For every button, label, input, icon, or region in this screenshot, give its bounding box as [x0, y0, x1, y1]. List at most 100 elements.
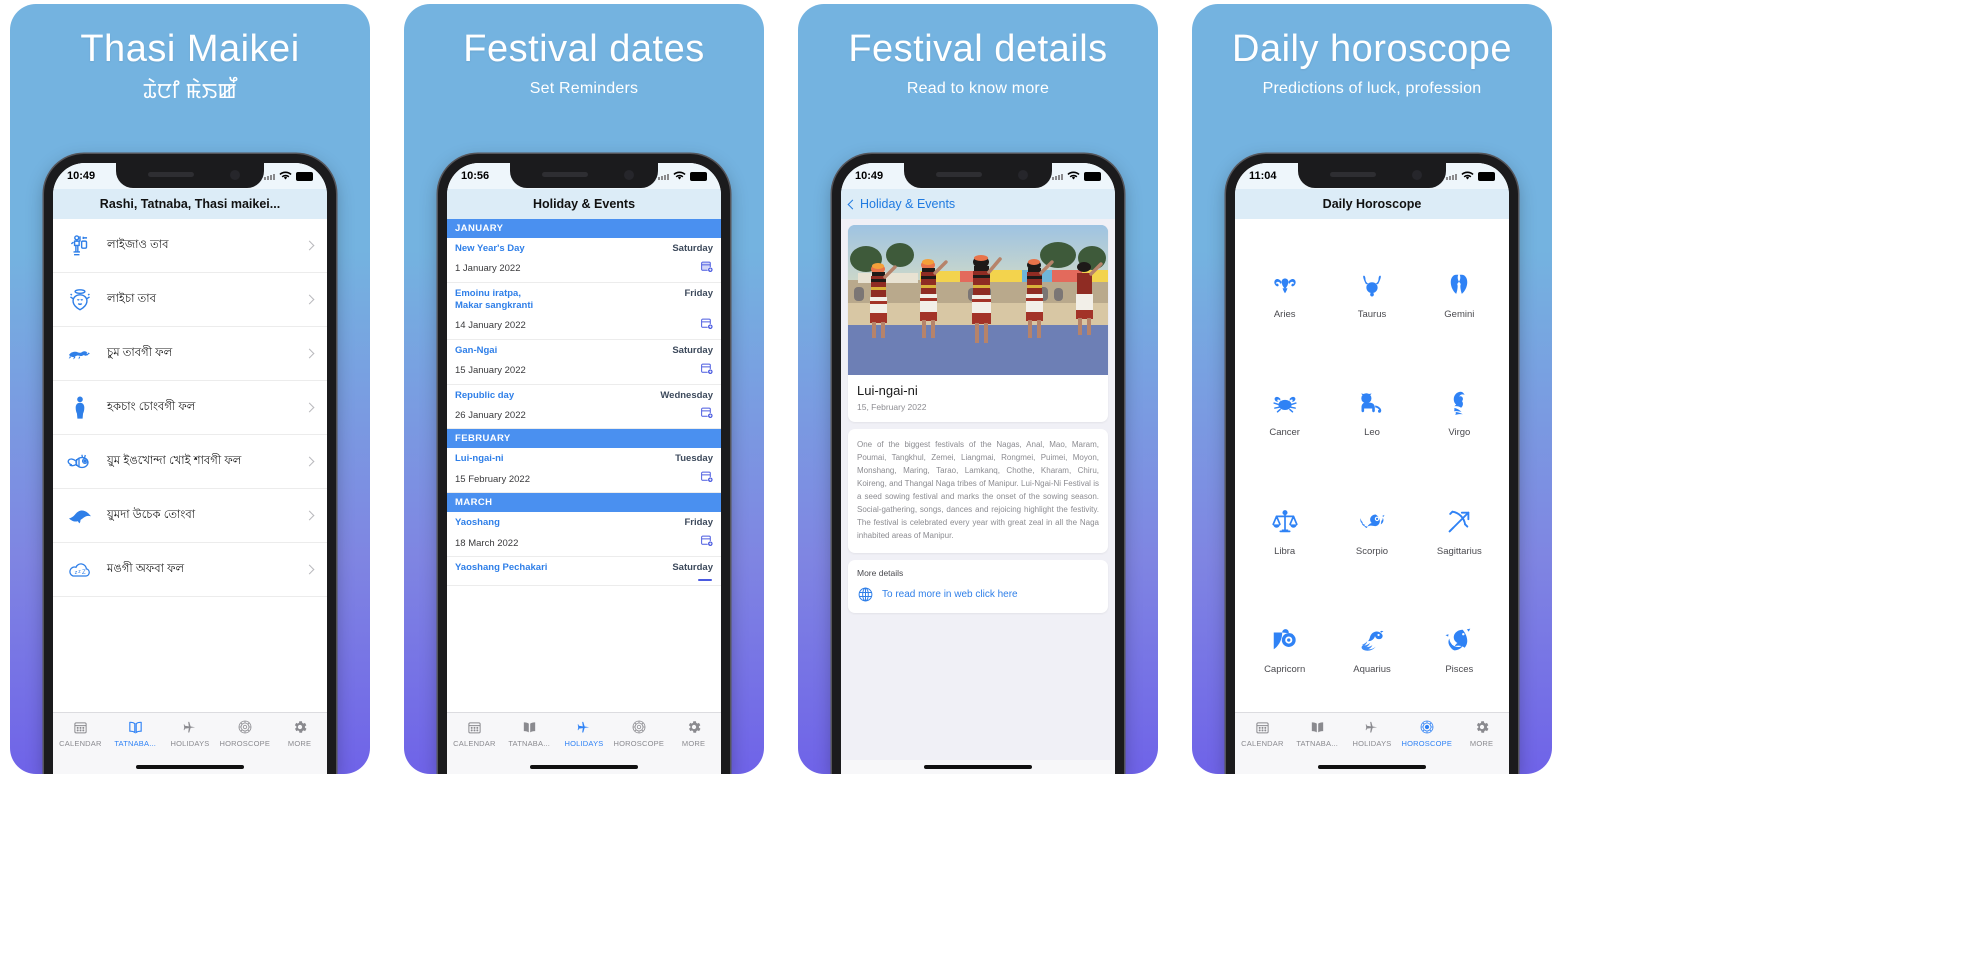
cellular-signal-icon	[264, 172, 275, 180]
event-description: One of the biggest festivals of the Naga…	[857, 440, 1099, 540]
fish-icon	[1444, 623, 1474, 657]
zodiac-label: Virgo	[1448, 427, 1471, 439]
list-item[interactable]: হকচাং চোংবগী ফল	[53, 381, 327, 435]
globe-icon	[858, 587, 873, 601]
tab-calendar[interactable]: CALENDAR	[447, 717, 502, 748]
tab-tatnaba[interactable]: TATNABA...	[1290, 717, 1345, 748]
battery-icon	[1478, 171, 1495, 181]
tab-tatnaba[interactable]: TATNABA...	[502, 717, 557, 748]
nav-bar: Daily Horoscope	[1235, 189, 1509, 219]
tab-bar: CALENDAR TATNABA... HOLIDAYS HOROSCOPE M…	[53, 712, 327, 760]
event-date: 26 January 2022	[455, 409, 526, 421]
tab-label: MORE	[1469, 739, 1494, 748]
zodiac-cell-sagittarius[interactable]: Sagittarius	[1416, 472, 1503, 590]
svg-text:z: z	[78, 569, 81, 575]
add-to-calendar-icon[interactable]	[700, 362, 713, 380]
speaker-grille	[1330, 172, 1376, 177]
event-row[interactable]: Gan-Ngai Saturday 15 January 2022	[447, 340, 721, 385]
panel-daily-horoscope: Daily horoscope Predictions of luck, pro…	[1192, 4, 1552, 774]
cellular-signal-icon	[1052, 172, 1063, 180]
home-indicator[interactable]	[53, 760, 327, 774]
tab-tatnaba[interactable]: TATNABA...	[108, 717, 163, 748]
tab-more[interactable]: MORE	[272, 717, 327, 748]
chevron-right-icon	[304, 294, 315, 305]
tab-calendar[interactable]: CALENDAR	[1235, 717, 1290, 748]
tab-horoscope[interactable]: HOROSCOPE	[217, 717, 272, 748]
event-title: Lui-ngai-ni	[857, 383, 918, 398]
month-header: MARCH	[447, 493, 721, 513]
home-indicator[interactable]	[447, 760, 721, 774]
zodiac-cell-gemini[interactable]: Gemini	[1416, 235, 1503, 353]
tab-horoscope[interactable]: HOROSCOPE	[611, 717, 666, 748]
page-subtitle: Predictions of luck, profession	[1262, 79, 1482, 97]
zodiac-cell-leo[interactable]: Leo	[1328, 353, 1415, 471]
tab-calendar[interactable]: CALENDAR	[53, 717, 108, 748]
add-to-calendar-icon[interactable]	[700, 260, 713, 278]
tab-more[interactable]: MORE	[1454, 717, 1509, 748]
home-indicator[interactable]	[841, 760, 1115, 774]
lion-icon	[1357, 386, 1387, 420]
list-item[interactable]: য়ুম ইঙখোন্দা খোই শাবগী ফল	[53, 435, 327, 489]
event-weekday: Saturday	[672, 243, 713, 254]
phone-mockup: 10:49 Holiday & Events Lui-ngai-ni 15, F…	[832, 154, 1124, 774]
tab-holidays[interactable]: HOLIDAYS	[163, 717, 218, 748]
list-item[interactable]: য়ুমদা উচেক তোংবা	[53, 489, 327, 543]
status-time: 10:49	[67, 170, 96, 182]
back-button[interactable]: Holiday & Events	[847, 197, 955, 211]
bird-icon	[65, 501, 95, 531]
add-to-calendar-icon[interactable]	[700, 470, 713, 488]
event-date: 15 January 2022	[455, 365, 526, 376]
page-title: Festival details	[848, 28, 1108, 70]
scales-icon	[1270, 505, 1300, 539]
month-header: FEBRUARY	[447, 429, 721, 449]
tab-more[interactable]: MORE	[666, 717, 721, 748]
event-weekday: Tuesday	[675, 453, 713, 465]
panel-header: Festival dates Set Reminders	[404, 4, 764, 98]
cellular-signal-icon	[1446, 172, 1457, 180]
twins-icon	[1444, 268, 1474, 302]
event-row[interactable]: Yaoshang Friday 18 March 2022	[447, 512, 721, 558]
home-indicator[interactable]	[1235, 760, 1509, 774]
nav-bar: Holiday & Events	[841, 189, 1115, 219]
event-date: 1 January 2022	[455, 263, 521, 275]
event-row[interactable]: Lui-ngai-ni Tuesday 15 February 2022	[447, 448, 721, 494]
web-link-row[interactable]: To read more in web click here	[857, 586, 1099, 603]
zodiac-cell-aries[interactable]: Aries	[1241, 235, 1328, 353]
add-to-calendar-icon[interactable]	[700, 534, 713, 552]
list-item[interactable]: চুম তাবগী ফল	[53, 327, 327, 381]
more-details-title: More details	[857, 567, 904, 578]
nav-title: Rashi, Tatnaba, Thasi maikei...	[99, 197, 281, 211]
event-row[interactable]: Yaoshang Pechakari Saturday	[447, 557, 721, 586]
partial-calendar-icon[interactable]	[698, 579, 712, 581]
zodiac-cell-taurus[interactable]: Taurus	[1328, 235, 1415, 353]
chevron-right-icon	[304, 402, 315, 413]
tab-horoscope[interactable]: HOROSCOPE	[1399, 717, 1454, 748]
phone-mockup: 10:56 Holiday & Events JANUARY New Year'…	[438, 154, 730, 774]
zodiac-cell-scorpio[interactable]: Scorpio	[1328, 472, 1415, 590]
list-item[interactable]: লাইচা তাব	[53, 273, 327, 327]
panel-thasi-maikei: Thasi Maikei ꯊꯥꯅꯤ ꯃꯥꯏꯀꯩ 10:49 Rashi, Tat…	[10, 4, 370, 774]
add-to-calendar-icon[interactable]	[700, 406, 713, 424]
tab-holidays[interactable]: HOLIDAYS	[557, 717, 612, 748]
zodiac-cell-virgo[interactable]: Virgo	[1416, 353, 1503, 471]
zodiac-cell-libra[interactable]: Libra	[1241, 472, 1328, 590]
list-item[interactable]: লাইজাও তাব	[53, 219, 327, 273]
zodiac-cell-pisces[interactable]: Pisces	[1416, 590, 1503, 708]
list-item[interactable]: zzZ মঙগী অফবা ফল	[53, 543, 327, 597]
event-weekday: Friday	[684, 517, 713, 529]
event-weekday: Friday	[684, 287, 713, 299]
tab-holidays[interactable]: HOLIDAYS	[1345, 717, 1400, 748]
cellular-signal-icon	[658, 172, 669, 180]
panel-header: Festival details Read to know more	[798, 4, 1158, 98]
list-item-label: য়ুম ইঙখোন্দা খোই শাবগী ফল	[107, 455, 242, 467]
zodiac-cell-cancer[interactable]: Cancer	[1241, 353, 1328, 471]
chevron-right-icon	[304, 348, 315, 359]
event-row[interactable]: Emoinu iratpa, Makar sangkranti Friday 1…	[447, 283, 721, 340]
zodiac-cell-aquarius[interactable]: Aquarius	[1328, 590, 1415, 708]
zodiac-cell-capricorn[interactable]: Capricorn	[1241, 590, 1328, 708]
add-to-calendar-icon[interactable]	[700, 317, 713, 335]
event-row[interactable]: Republic day Wednesday 26 January 2022	[447, 385, 721, 430]
event-name: New Year's Day	[455, 243, 525, 254]
event-row[interactable]: New Year's Day Saturday 1 January 2022	[447, 238, 721, 283]
tab-label: HOROSCOPE	[1401, 739, 1453, 748]
